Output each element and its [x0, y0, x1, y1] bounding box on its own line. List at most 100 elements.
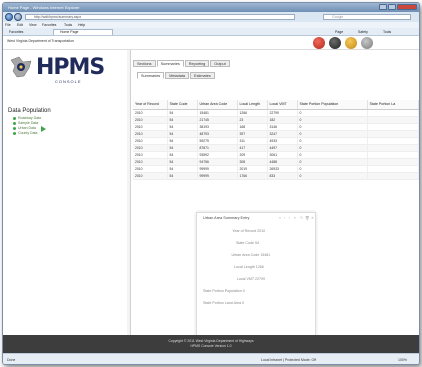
table-body: 2010 54 15481 1266 22799 0 2010 54 21745 23 182 0 20… [133, 109, 419, 180]
back-button[interactable] [5, 13, 13, 21]
field-value: 0 [242, 301, 245, 305]
safety-menu[interactable]: Safety [358, 30, 368, 34]
table-cell: 308 [237, 158, 268, 166]
selected-arrow-icon [41, 126, 46, 132]
search-box[interactable]: Google [323, 14, 411, 20]
bullet-icon [13, 132, 16, 135]
maximize-button[interactable] [388, 4, 396, 10]
minimize-button[interactable] [379, 4, 387, 10]
table-row[interactable]: 2010 54 99999 1766 833 0 [133, 172, 419, 180]
tools-menu[interactable]: Tools [383, 30, 391, 34]
field-label: State Portion Population [203, 289, 242, 293]
nav-label: County Data [18, 131, 38, 135]
table-cell [367, 123, 419, 131]
menu-tools[interactable]: Tools [64, 23, 72, 27]
table-cell: 54 [167, 137, 198, 145]
help-icon[interactable] [361, 37, 373, 49]
field-value: 2010 [257, 229, 266, 233]
column-header[interactable]: Local VMT [267, 100, 298, 110]
subtab-estimates[interactable]: Estimates [190, 72, 215, 79]
status-bar: Done Local intranet | Protected Mode: Of… [3, 353, 419, 364]
menu-help[interactable]: Help [78, 23, 85, 27]
edit-icon[interactable]: ✎ [300, 216, 303, 220]
table-cell: 54 [167, 109, 198, 117]
table-row[interactable]: 2010 54 48793 397 3247 0 [133, 130, 419, 138]
next-record-icon[interactable]: › [289, 216, 290, 220]
logo-subtitle: CONSOLE [55, 79, 82, 84]
panel-field: State Portion Land Area 0 [197, 301, 315, 305]
window-title: Home Page - Windows Internet Explorer [8, 5, 80, 10]
table-row[interactable]: 2010 54 59275 311 4933 0 [133, 137, 419, 145]
table-cell: 2010 [133, 123, 168, 131]
detail-panel: Urban Area Summary Entry « ‹ › » ✎ 🗑 ✕ Y… [196, 212, 316, 336]
column-header[interactable]: State Portion La [367, 100, 419, 110]
table-cell: 26933 [267, 165, 298, 173]
tab-summaries[interactable]: Summaries [156, 60, 184, 67]
stop-icon[interactable] [313, 37, 325, 49]
search-placeholder: Google [332, 15, 344, 19]
table-cell: 417 [237, 144, 268, 152]
table-cell: 168 [237, 123, 268, 131]
tab-reporting[interactable]: Reporting [184, 60, 210, 67]
table-cell: 0 [297, 151, 368, 159]
table-cell: 59275 [197, 137, 238, 145]
table-cell: 99999 [197, 165, 238, 173]
table-row[interactable]: 2010 54 94756 308 4488 0 [133, 158, 419, 166]
zoom-level[interactable]: 100% [398, 358, 407, 362]
delete-icon[interactable]: 🗑 [305, 216, 309, 220]
table-row[interactable]: 2010 54 99999 2019 26933 0 [133, 165, 419, 173]
column-header[interactable]: Year of Record [133, 100, 168, 110]
page-menu[interactable]: Page [335, 30, 343, 34]
table-cell: 2010 [133, 109, 168, 117]
menu-edit[interactable]: Edit [17, 23, 23, 27]
close-icon[interactable]: ✕ [311, 216, 314, 220]
table-cell: 15481 [197, 109, 238, 117]
subtab-summaries[interactable]: Summaries [137, 72, 165, 79]
table-cell [367, 130, 419, 138]
table-cell: 2010 [133, 158, 168, 166]
favorites-label[interactable]: Favorites [9, 30, 23, 34]
column-header[interactable]: State Portion Population [297, 100, 368, 110]
table-row[interactable]: 2010 54 38193 168 3146 0 [133, 123, 419, 131]
table-cell: 3146 [267, 123, 298, 131]
menu-file[interactable]: File [5, 23, 11, 27]
last-record-icon[interactable]: » [294, 216, 296, 220]
table-row[interactable]: 2010 54 21745 23 182 0 [133, 116, 419, 124]
table-cell [367, 109, 419, 117]
column-header[interactable]: Local Length [237, 100, 268, 110]
table-cell: 99999 [197, 172, 238, 180]
table-cell: 93592 [197, 151, 238, 159]
table-row[interactable]: 2010 54 87871 417 4497 0 [133, 144, 419, 152]
nav-item-county[interactable]: County Data [13, 131, 41, 136]
version-text: HPMS Console Version 1.0 [190, 344, 232, 348]
table-cell: 54 [167, 123, 198, 131]
sidebar: HPMS CONSOLE Data Population Roadway Dat… [3, 50, 127, 353]
menu-view[interactable]: View [29, 23, 37, 27]
tab-sections[interactable]: Sections [133, 60, 156, 67]
field-value: 54 [254, 241, 259, 245]
first-record-icon[interactable]: « [279, 216, 281, 220]
prev-record-icon[interactable]: ‹ [284, 216, 285, 220]
field-label: State Code [236, 241, 254, 245]
tab-output[interactable]: Output [210, 60, 230, 67]
subtab-metadata[interactable]: Metadata [165, 72, 190, 79]
address-bar[interactable]: http://wdt/hpms/summary.aspx [25, 14, 295, 20]
panel-field: Local Length 1266 [197, 265, 315, 269]
page-footer: Copyright © 2011 West Virginia Departmen… [3, 335, 419, 353]
title-bar: Home Page - Windows Internet Explorer [3, 3, 419, 12]
table-cell [367, 151, 419, 159]
menu-favorites[interactable]: Favorites [42, 23, 56, 27]
table-cell: 0 [297, 172, 368, 180]
forward-button[interactable] [14, 13, 22, 21]
browser-tab[interactable]: Home Page [53, 29, 113, 35]
document-icon[interactable] [345, 37, 357, 49]
table-row[interactable]: 2010 54 15481 1266 22799 0 [133, 109, 419, 117]
nav-label: Roadway Data [18, 116, 41, 120]
globe-icon[interactable] [329, 37, 341, 49]
column-header[interactable]: Urban Area Code [197, 100, 238, 110]
security-zone: Local intranet | Protected Mode: Off [261, 358, 317, 362]
table-cell [367, 116, 419, 124]
table-row[interactable]: 2010 54 93592 209 3061 0 [133, 151, 419, 159]
column-header[interactable]: State Code [167, 100, 198, 110]
close-button[interactable] [397, 4, 417, 10]
